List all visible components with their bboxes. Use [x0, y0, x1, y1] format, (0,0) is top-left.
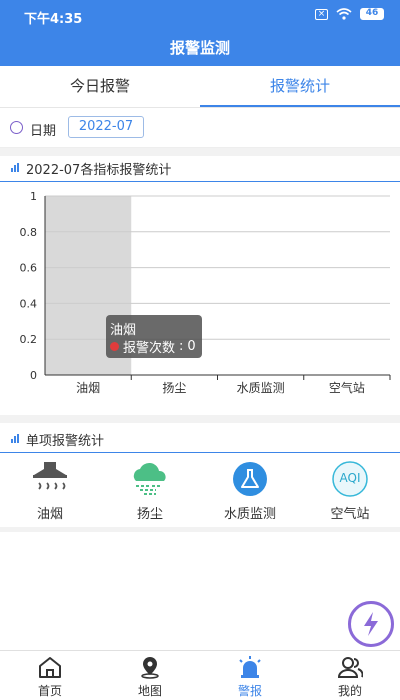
tooltip-series-label: 报警次数 — [123, 341, 176, 356]
status-time: 下午4:35 — [24, 12, 83, 27]
app-header: 下午4:35 × 46 报警监测 — [0, 0, 400, 66]
tooltip-row: 报警次数: 0 — [110, 337, 196, 356]
nav-map[interactable]: 地图 — [100, 651, 200, 700]
chart-section-header: 2022-07各指标报警统计 — [0, 154, 400, 182]
tab-bar: 今日报警 报警统计 — [0, 66, 400, 108]
dust-cloud-icon — [133, 462, 166, 495]
bottom-nav: 首页 地图 警报 我的 — [0, 650, 400, 700]
bar-chart-icon — [11, 434, 20, 443]
item-dust[interactable]: 扬尘 — [100, 455, 200, 525]
bar-chart-icon — [11, 163, 20, 172]
single-section-title: 单项报警统计 — [26, 434, 105, 449]
y-tick-label: 1 — [30, 190, 37, 203]
section-divider — [0, 415, 400, 423]
notification-icon: × — [315, 8, 328, 20]
nav-label: 首页 — [37, 684, 62, 698]
nav-mine[interactable]: 我的 — [300, 651, 400, 700]
wifi-icon — [336, 8, 352, 20]
battery-icon: 46 — [360, 8, 384, 20]
page-title: 报警监测 — [169, 39, 230, 57]
nav-home[interactable]: 首页 — [0, 651, 100, 700]
single-stat-items: 油烟 扬尘 水质监测 AQI 空气站 — [0, 455, 400, 525]
date-picker[interactable]: 2022-07 — [68, 116, 144, 138]
flask-icon — [233, 462, 267, 496]
single-section-header: 单项报警统计 — [0, 425, 400, 453]
nav-label: 我的 — [337, 684, 362, 698]
y-tick-label: 0.6 — [20, 262, 38, 275]
nav-label: 地图 — [137, 684, 162, 698]
date-label: 日期 — [30, 124, 57, 139]
x-tick-label: 扬尘 — [162, 380, 186, 395]
lightning-icon — [364, 612, 378, 636]
alarm-light-icon — [239, 656, 261, 678]
status-bar: 下午4:35 × 46 — [0, 0, 400, 30]
user-icon — [337, 657, 363, 678]
y-tick-label: 0.2 — [20, 333, 38, 346]
status-icons: × 46 — [315, 8, 384, 20]
item-air-station[interactable]: AQI 空气站 — [300, 455, 400, 525]
aqi-icon-text: AQI — [339, 471, 361, 485]
item-label: 空气站 — [330, 507, 370, 522]
x-tick-label: 水质监测 — [237, 381, 285, 395]
item-oil-smoke[interactable]: 油烟 — [0, 455, 100, 525]
section-divider — [0, 527, 400, 532]
tooltip-value: 0 — [187, 339, 196, 354]
nav-alarm[interactable]: 警报 — [200, 651, 300, 700]
range-hood-icon — [33, 462, 67, 490]
tooltip-colon: : — [179, 339, 184, 354]
item-water-quality[interactable]: 水质监测 — [200, 455, 300, 525]
y-tick-label: 0.4 — [20, 297, 38, 310]
tab-alarm-statistics[interactable]: 报警统计 — [200, 66, 400, 107]
floating-action-button[interactable] — [348, 601, 394, 647]
chart-section-title: 2022-07各指标报警统计 — [26, 163, 172, 178]
alarm-bar-chart[interactable]: 00.20.40.60.81油烟 扬尘 水质监测 空气站 — [0, 185, 400, 415]
chart-tooltip: 油烟 报警次数: 0 — [106, 315, 202, 358]
x-tick-label: 空气站 — [329, 380, 365, 395]
y-tick-label: 0 — [30, 369, 37, 382]
item-label: 扬尘 — [136, 507, 163, 522]
x-tick-label: 油烟 — [76, 381, 100, 395]
alarm-clock-icon — [10, 121, 23, 134]
series-dot-icon — [110, 342, 119, 351]
tooltip-category: 油烟 — [110, 323, 137, 338]
item-label: 水质监测 — [223, 507, 276, 522]
y-tick-label: 0.8 — [20, 226, 38, 239]
tab-today-alarms[interactable]: 今日报警 — [0, 66, 200, 107]
date-filter-row: 日期 2022-07 — [0, 108, 400, 148]
home-icon — [39, 657, 61, 678]
map-pin-icon — [141, 657, 159, 679]
nav-label: 警报 — [237, 684, 262, 698]
item-label: 油烟 — [36, 507, 63, 522]
